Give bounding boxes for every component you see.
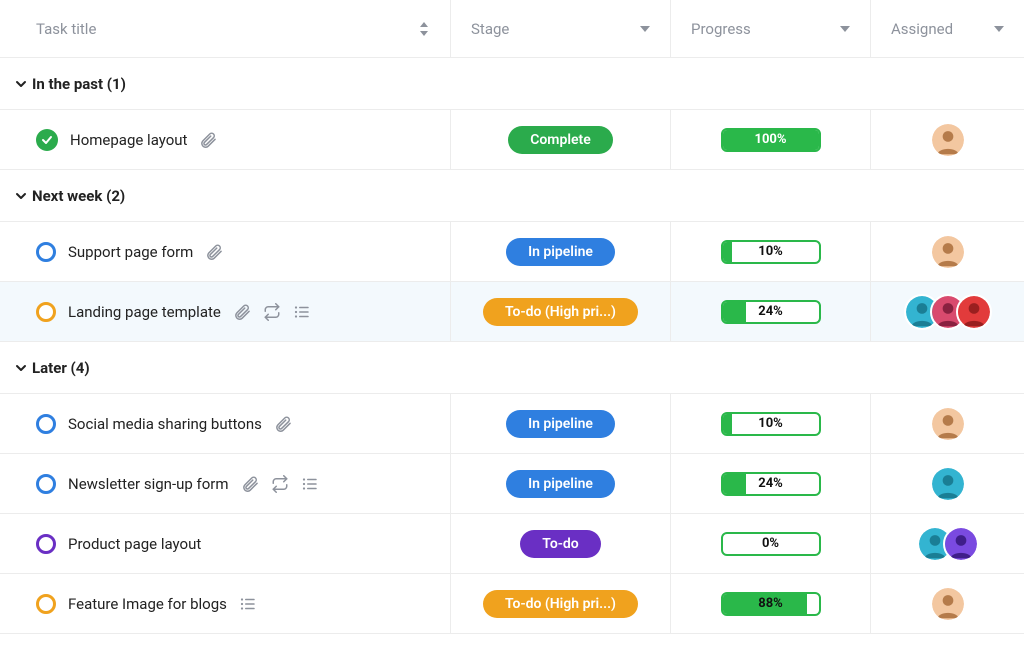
sort-icon[interactable]: [418, 22, 430, 36]
status-ring-icon[interactable]: [36, 534, 56, 554]
avatar[interactable]: [930, 406, 966, 442]
task-title: Landing page template: [68, 303, 221, 321]
group-label: In the past (1): [32, 75, 126, 93]
column-header-title-label: Task title: [36, 20, 96, 38]
task-row[interactable]: Newsletter sign-up form In pipeline 24%: [0, 454, 1024, 514]
group-header[interactable]: Next week (2): [0, 170, 1024, 222]
task-title: Product page layout: [68, 535, 201, 553]
stage-pill[interactable]: To-do (High pri...): [483, 298, 638, 326]
progress-bar[interactable]: 24%: [721, 300, 821, 324]
group-label: Next week (2): [32, 187, 125, 205]
avatar[interactable]: [930, 234, 966, 270]
group-header[interactable]: Later (4): [0, 342, 1024, 394]
progress-bar[interactable]: 100%: [721, 128, 821, 152]
column-header-progress-label: Progress: [691, 20, 751, 38]
stage-pill[interactable]: To-do (High pri...): [483, 590, 638, 618]
column-header-assigned[interactable]: Assigned: [870, 0, 1024, 57]
task-title: Support page form: [68, 243, 193, 261]
attachment-icon[interactable]: [241, 475, 259, 493]
progress-label: 24%: [723, 474, 819, 494]
caret-down-icon[interactable]: [840, 26, 850, 32]
avatar[interactable]: [930, 466, 966, 502]
progress-label: 10%: [723, 414, 819, 434]
progress-label: 24%: [723, 302, 819, 322]
task-row[interactable]: Product page layout To-do 0%: [0, 514, 1024, 574]
avatar-stack[interactable]: [930, 406, 966, 442]
attachment-icon[interactable]: [233, 303, 251, 321]
column-header-assigned-label: Assigned: [891, 20, 953, 38]
list-icon[interactable]: [301, 475, 319, 493]
avatar[interactable]: [930, 586, 966, 622]
avatar-stack[interactable]: [904, 294, 992, 330]
list-icon[interactable]: [239, 595, 257, 613]
progress-label: 10%: [723, 242, 819, 262]
status-ring-icon[interactable]: [36, 474, 56, 494]
task-title: Feature Image for blogs: [68, 595, 227, 613]
recur-icon[interactable]: [263, 303, 281, 321]
column-header-stage[interactable]: Stage: [450, 0, 670, 57]
avatar-stack[interactable]: [930, 586, 966, 622]
avatar-stack[interactable]: [930, 234, 966, 270]
column-header-stage-label: Stage: [471, 20, 509, 38]
progress-bar[interactable]: 10%: [721, 412, 821, 436]
progress-bar[interactable]: 88%: [721, 592, 821, 616]
task-row[interactable]: Homepage layout Complete 100%: [0, 110, 1024, 170]
stage-pill[interactable]: In pipeline: [506, 410, 615, 438]
caret-down-icon[interactable]: [640, 26, 650, 32]
avatar[interactable]: [956, 294, 992, 330]
task-row[interactable]: Support page form In pipeline 10%: [0, 222, 1024, 282]
avatar[interactable]: [930, 122, 966, 158]
task-title: Newsletter sign-up form: [68, 475, 229, 493]
stage-pill[interactable]: In pipeline: [506, 238, 615, 266]
status-complete-icon[interactable]: [36, 129, 58, 151]
stage-pill[interactable]: Complete: [508, 126, 613, 154]
progress-label: 100%: [723, 130, 819, 150]
list-icon[interactable]: [293, 303, 311, 321]
chevron-down-icon: [10, 77, 32, 91]
chevron-down-icon: [10, 361, 32, 375]
status-ring-icon[interactable]: [36, 242, 56, 262]
progress-bar[interactable]: 10%: [721, 240, 821, 264]
attachment-icon[interactable]: [199, 131, 217, 149]
status-ring-icon[interactable]: [36, 594, 56, 614]
column-header-progress[interactable]: Progress: [670, 0, 870, 57]
progress-bar[interactable]: 0%: [721, 532, 821, 556]
avatar[interactable]: [943, 526, 979, 562]
chevron-down-icon: [10, 189, 32, 203]
caret-down-icon[interactable]: [994, 26, 1004, 32]
stage-pill[interactable]: In pipeline: [506, 470, 615, 498]
task-title: Social media sharing buttons: [68, 415, 262, 433]
progress-bar[interactable]: 24%: [721, 472, 821, 496]
avatar-stack[interactable]: [930, 122, 966, 158]
task-row[interactable]: Feature Image for blogs To-do (High pri..…: [0, 574, 1024, 634]
group-label: Later (4): [32, 359, 90, 377]
task-table: Task title Stage Progress Assigned In th…: [0, 0, 1024, 634]
recur-icon[interactable]: [271, 475, 289, 493]
progress-label: 0%: [723, 534, 819, 554]
table-header: Task title Stage Progress Assigned: [0, 0, 1024, 58]
avatar-stack[interactable]: [930, 466, 966, 502]
stage-pill[interactable]: To-do: [520, 530, 600, 558]
group-header[interactable]: In the past (1): [0, 58, 1024, 110]
column-header-title[interactable]: Task title: [0, 20, 450, 38]
task-title: Homepage layout: [70, 131, 187, 149]
status-ring-icon[interactable]: [36, 414, 56, 434]
task-row[interactable]: Social media sharing buttons In pipeline 1…: [0, 394, 1024, 454]
progress-label: 88%: [723, 594, 819, 614]
status-ring-icon[interactable]: [36, 302, 56, 322]
avatar-stack[interactable]: [917, 526, 979, 562]
attachment-icon[interactable]: [274, 415, 292, 433]
attachment-icon[interactable]: [205, 243, 223, 261]
task-row[interactable]: Landing page template To-do (High pri...)…: [0, 282, 1024, 342]
